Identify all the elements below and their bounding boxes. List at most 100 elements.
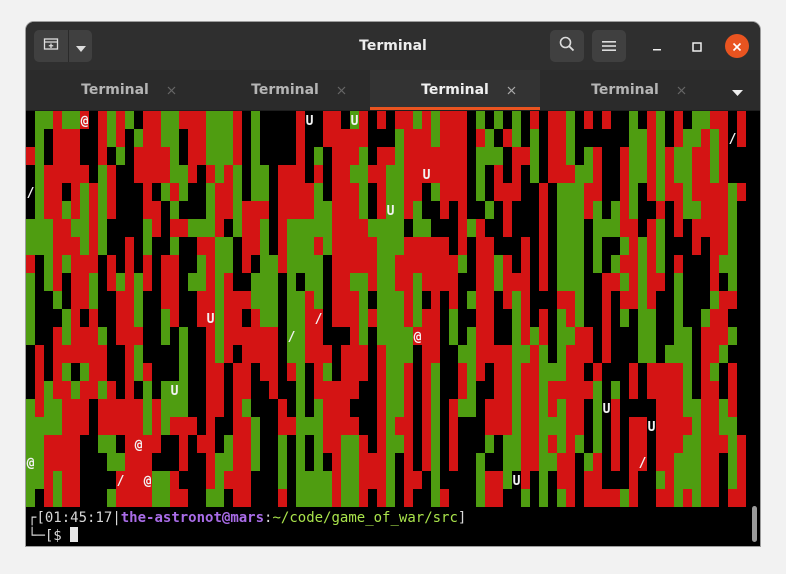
grid-cell bbox=[404, 327, 413, 345]
grid-cell bbox=[269, 291, 278, 309]
grid-cell bbox=[377, 453, 386, 471]
menu-button[interactable] bbox=[592, 30, 626, 62]
grid-cell bbox=[476, 111, 485, 129]
grid-cell bbox=[431, 165, 440, 183]
grid-cell bbox=[161, 327, 170, 345]
grid-cell bbox=[377, 435, 386, 453]
grid-cell bbox=[296, 453, 305, 471]
terminal-viewport[interactable]: @ U U / U / U U / / @ U U U @ @ / / @ U ┌[01:45:17|the-astr… bbox=[26, 111, 760, 546]
grid-cell bbox=[368, 219, 377, 237]
grid-cell bbox=[179, 165, 188, 183]
grid-cell bbox=[575, 165, 584, 183]
grid-cell bbox=[170, 291, 179, 309]
grid-cell bbox=[548, 111, 557, 129]
grid-cell bbox=[152, 219, 161, 237]
grid-cell bbox=[89, 237, 98, 255]
grid-cell bbox=[125, 435, 134, 453]
grid-cell bbox=[341, 183, 350, 201]
grid-cell bbox=[71, 489, 80, 507]
grid-cell bbox=[332, 417, 341, 435]
grid-cell bbox=[710, 111, 719, 129]
grid-cell bbox=[197, 219, 206, 237]
grid-cell bbox=[503, 471, 512, 489]
grid-cell bbox=[503, 291, 512, 309]
grid-cell bbox=[314, 453, 323, 471]
grid-cell bbox=[305, 219, 314, 237]
close-window-button[interactable] bbox=[725, 34, 749, 58]
grid-cell bbox=[332, 219, 341, 237]
grid-cell bbox=[710, 183, 719, 201]
grid-cell bbox=[71, 147, 80, 165]
tab-list-button[interactable] bbox=[714, 70, 760, 110]
minimize-button[interactable] bbox=[645, 34, 669, 58]
grid-cell bbox=[503, 201, 512, 219]
grid-cell bbox=[71, 291, 80, 309]
grid-cell bbox=[170, 183, 179, 201]
grid-cell bbox=[521, 345, 530, 363]
grid-cell bbox=[404, 453, 413, 471]
grid-cell bbox=[557, 237, 566, 255]
grid-cell bbox=[674, 165, 683, 183]
grid-cell bbox=[224, 111, 233, 129]
tab-1[interactable]: Terminal bbox=[30, 70, 200, 110]
grid-cell bbox=[629, 363, 638, 381]
grid-cell bbox=[323, 363, 332, 381]
tab-close-icon[interactable] bbox=[674, 83, 688, 97]
tab-3-active[interactable]: Terminal bbox=[370, 70, 540, 110]
grid-cell bbox=[224, 309, 233, 327]
grid-cell bbox=[710, 255, 719, 273]
grid-cell bbox=[377, 111, 386, 129]
grid-cell bbox=[269, 255, 278, 273]
grid-cell bbox=[152, 435, 161, 453]
scrollbar-thumb[interactable] bbox=[752, 506, 757, 542]
prompt-separator: | bbox=[112, 510, 121, 526]
grid-cell bbox=[44, 111, 53, 129]
grid-cell bbox=[296, 417, 305, 435]
search-button[interactable] bbox=[550, 30, 584, 62]
grid-cell bbox=[179, 417, 188, 435]
grid-cell bbox=[359, 309, 368, 327]
grid-cell bbox=[620, 219, 629, 237]
grid-cell bbox=[692, 417, 701, 435]
grid-cell bbox=[44, 471, 53, 489]
grid-cell bbox=[314, 255, 323, 273]
grid-cell bbox=[404, 381, 413, 399]
grid-cell bbox=[260, 363, 269, 381]
grid-cell bbox=[719, 147, 728, 165]
tab-2[interactable]: Terminal bbox=[200, 70, 370, 110]
grid-cell bbox=[557, 309, 566, 327]
grid-cell bbox=[665, 183, 674, 201]
tab-close-icon[interactable] bbox=[334, 83, 348, 97]
grid-cell bbox=[665, 165, 674, 183]
grid-cell bbox=[89, 327, 98, 345]
grid-cell bbox=[575, 291, 584, 309]
new-tab-dropdown-button[interactable] bbox=[69, 30, 92, 62]
grid-cell bbox=[62, 111, 71, 129]
grid-cell bbox=[125, 291, 134, 309]
grid-cell bbox=[701, 219, 710, 237]
grid-cell bbox=[629, 111, 638, 129]
grid-cell bbox=[647, 327, 656, 345]
tab-close-icon[interactable] bbox=[504, 83, 518, 97]
maximize-button[interactable] bbox=[685, 34, 709, 58]
grid-cell bbox=[395, 363, 404, 381]
grid-cell bbox=[341, 165, 350, 183]
grid-cell bbox=[737, 471, 746, 489]
grid-cell bbox=[80, 345, 89, 363]
grid-cell bbox=[161, 291, 170, 309]
tab-close-icon[interactable] bbox=[164, 83, 178, 97]
grid-cell bbox=[53, 219, 62, 237]
grid-cell bbox=[161, 417, 170, 435]
grid-cell bbox=[80, 291, 89, 309]
grid-cell bbox=[377, 417, 386, 435]
grid-cell bbox=[530, 453, 539, 471]
grid-cell bbox=[143, 201, 152, 219]
grid-cell bbox=[260, 237, 269, 255]
grid-cell bbox=[620, 201, 629, 219]
grid-cell bbox=[557, 147, 566, 165]
new-tab-button[interactable] bbox=[34, 30, 68, 62]
unit-marker: @ bbox=[135, 438, 143, 453]
grid-cell bbox=[674, 345, 683, 363]
grid-cell bbox=[566, 291, 575, 309]
tab-4[interactable]: Terminal bbox=[540, 70, 710, 110]
